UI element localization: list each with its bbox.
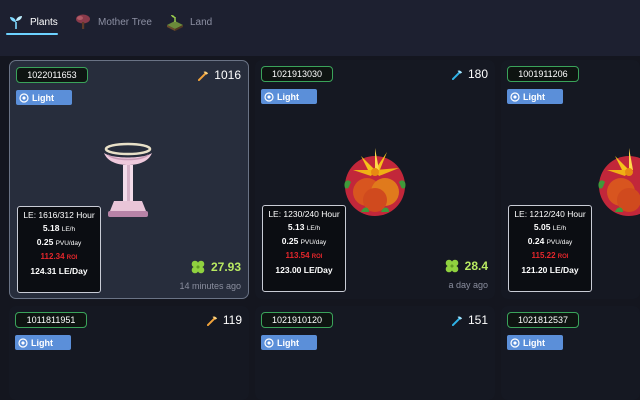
tool-count: 151	[451, 313, 488, 327]
active-tab-indicator	[6, 33, 58, 35]
reward-value: 28.4	[464, 259, 488, 273]
light-element-icon	[19, 92, 29, 103]
plant-id-badge: 1021913030	[261, 66, 333, 82]
light-element-icon	[510, 337, 520, 348]
tool-count-value: 180	[467, 67, 488, 81]
tool-count: 119	[206, 313, 242, 327]
le-rate: 5.13 LE/h	[287, 222, 321, 232]
light-element-icon	[264, 91, 274, 102]
element-label: Light	[523, 91, 545, 102]
reward: 27.93	[190, 259, 241, 275]
plant-stats-box: LE: 1616/312 Hour 5.18 LE/h 0.25 PVU/day…	[17, 206, 101, 293]
element-badge: Light	[261, 89, 317, 104]
tool-count-value: 1016	[214, 68, 241, 82]
tool-count-value: 151	[467, 313, 488, 327]
pickaxe-icon	[451, 69, 463, 80]
plant-card[interactable]: 1022011653 1016 Light LE: 1616/312 Hour …	[9, 60, 249, 299]
pedestal-plant-image	[104, 142, 152, 217]
roi: 113.54 ROI	[285, 251, 323, 260]
plant-card[interactable]: 1021913030 180 Light LE: 1230/240 Hour 5…	[255, 60, 495, 299]
element-badge: Light	[261, 335, 317, 350]
plant-id-badge: 1021812537	[507, 312, 579, 328]
tab-plants-label: Plants	[30, 16, 58, 28]
light-element-icon	[264, 337, 274, 348]
le-capacity: LE: 1230/240 Hour	[268, 209, 340, 219]
roi: 115.22 ROI	[531, 251, 569, 260]
timestamp: a day ago	[448, 280, 488, 290]
plant-id-badge: 1022011653	[16, 67, 88, 83]
tool-count: 1016	[198, 68, 241, 82]
tab-land-label: Land	[190, 16, 213, 28]
tree-icon	[76, 14, 90, 29]
clover-icon	[191, 260, 205, 274]
timestamp: 14 minutes ago	[179, 281, 241, 291]
pickaxe-icon	[451, 315, 463, 326]
pvu-rate: 0.24 PVU/day	[527, 236, 573, 246]
sprout-icon	[10, 16, 22, 29]
plant-id-badge: 1001911206	[507, 66, 579, 82]
plant-id-badge: 1021910120	[261, 312, 333, 328]
element-label: Light	[277, 337, 299, 348]
plant-card[interactable]: 1021812537 Light	[501, 306, 640, 400]
tab-land[interactable]: Land	[166, 8, 212, 36]
tab-bar: Plants Mother Tree Land	[0, 0, 640, 44]
plant-stats-box: LE: 1230/240 Hour 5.13 LE/h 0.25 PVU/day…	[262, 205, 346, 292]
plant-card[interactable]: 1021910120 151 Light	[255, 306, 495, 400]
plant-card[interactable]: 1001911206 Light LE: 1212/240 Hour 5.05 …	[501, 60, 640, 299]
element-label: Light	[31, 337, 53, 348]
tab-plants[interactable]: Plants	[8, 8, 58, 36]
flower-plant-image	[344, 148, 406, 216]
element-label: Light	[32, 92, 54, 103]
pvu-rate: 0.25 PVU/day	[281, 236, 327, 246]
element-badge: Light	[507, 335, 563, 350]
le-per-day: 123.00 LE/Day	[275, 265, 333, 275]
element-label: Light	[277, 91, 299, 102]
plant-stats-box: LE: 1212/240 Hour 5.05 LE/h 0.24 PVU/day…	[508, 205, 592, 292]
element-badge: Light	[507, 89, 563, 104]
light-element-icon	[510, 91, 520, 102]
element-badge: Light	[16, 90, 72, 105]
clover-icon	[445, 259, 458, 273]
pickaxe-icon	[198, 70, 209, 81]
tool-count-value: 119	[222, 313, 242, 327]
land-icon	[167, 15, 183, 31]
le-per-day: 124.31 LE/Day	[30, 266, 88, 276]
plant-card[interactable]: 1011811951 119 Light	[9, 306, 249, 400]
reward-value: 27.93	[210, 260, 241, 274]
le-rate: 5.05 LE/h	[533, 222, 567, 232]
light-element-icon	[18, 337, 28, 348]
le-per-day: 121.20 LE/Day	[521, 265, 579, 275]
roi: 112.34 ROI	[40, 252, 78, 261]
le-capacity: LE: 1616/312 Hour	[23, 210, 95, 220]
tool-count: 180	[451, 67, 488, 81]
plant-id-badge: 1011811951	[15, 312, 87, 328]
tab-mother-tree[interactable]: Mother Tree	[74, 8, 152, 36]
reward: 28.4	[444, 258, 488, 274]
flower-plant-image	[598, 148, 640, 216]
le-rate: 5.18 LE/h	[42, 223, 76, 233]
element-badge: Light	[15, 335, 71, 350]
le-capacity: LE: 1212/240 Hour	[514, 209, 586, 219]
element-label: Light	[523, 337, 545, 348]
pickaxe-icon	[206, 315, 217, 326]
tab-mother-tree-label: Mother Tree	[98, 16, 152, 28]
pvu-rate: 0.25 PVU/day	[36, 237, 82, 247]
